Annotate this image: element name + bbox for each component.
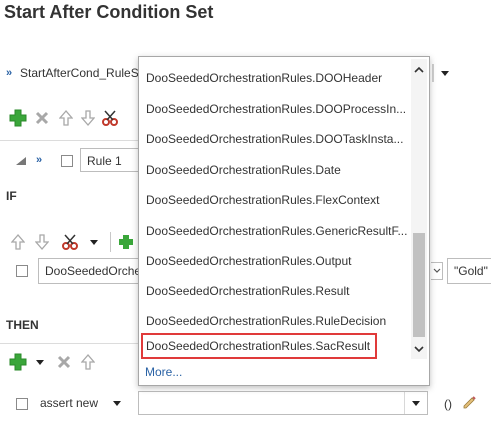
action-type-arrow-icon[interactable] [112,399,122,407]
scroll-down-icon[interactable] [413,343,425,355]
dropdown-option[interactable]: DooSeededOrchestrationRules.GenericResul… [141,218,409,244]
rule-name-field[interactable]: Rule 1 [80,148,138,172]
condition-move-down-icon[interactable] [34,234,50,250]
fact-type-select[interactable] [138,391,428,415]
condition-right-field[interactable]: "Gold" [447,258,491,284]
cut-icon[interactable] [100,108,120,128]
dropdown-option[interactable]: DooSeededOrchestrationRules.DOOTaskInsta… [141,126,409,152]
dropdown-option[interactable]: DooSeededOrchestrationRules.Output [141,248,409,274]
action-delete-icon[interactable] [56,354,72,370]
dropdown-option[interactable]: DooSeededOrchestrationRules.Date [141,157,409,183]
condition-checkbox[interactable] [16,265,28,277]
condition-cut-icon[interactable] [60,232,80,252]
dropdown-option[interactable]: DooSeededOrchestrationRules.DOOProcessIn… [141,96,409,122]
add-icon[interactable] [8,108,28,128]
scrollbar-thumb[interactable] [413,233,425,337]
dropdown-option[interactable]: DooSeededOrchestrationRules.FlexContext [141,187,409,213]
toolbar-separator [110,232,111,252]
expand-rule-chevron-icon[interactable]: » [36,154,42,166]
condition-add-icon[interactable] [118,234,134,250]
then-label: THEN [6,318,39,332]
dropdown-option-selected[interactable]: DooSeededOrchestrationRules.SacResult [141,333,377,359]
if-label: IF [6,189,17,203]
action-type-label[interactable]: assert new [40,396,98,410]
condition-menu-arrow-icon[interactable] [88,237,100,247]
more-link[interactable]: More... [145,365,182,379]
action-menu-arrow-icon[interactable] [34,357,46,367]
dropdown-option[interactable]: DooSeededOrchestrationRules.RuleDecision [141,308,409,334]
collapse-triangle-icon[interactable] [14,155,28,167]
rule-set-name[interactable]: StartAfterCond_RuleS [20,66,138,80]
delete-icon[interactable] [34,110,50,126]
action-move-up-icon[interactable] [80,354,96,370]
operator-chevron-icon[interactable] [431,262,443,280]
rule-set-menu-arrow-icon[interactable] [438,66,452,80]
expand-chevron-icon[interactable]: » [6,67,12,79]
dropdown-option[interactable]: DooSeededOrchestrationRules.DOOHeader [141,65,409,91]
condition-move-up-icon[interactable] [10,234,26,250]
page-title: Start After Condition Set [4,2,214,22]
fact-type-dropdown-arrow-icon[interactable] [404,392,427,414]
rule-set-separator [432,64,434,82]
type-dropdown-list[interactable]: DooSeededOrchestrationRules.DOOHeader Do… [138,56,430,386]
edit-icon[interactable] [462,394,478,410]
action-parens: () [444,397,452,411]
action-checkbox[interactable] [16,398,28,410]
move-down-icon[interactable] [80,110,96,126]
toolbar-divider [0,140,138,141]
scroll-up-icon[interactable] [413,63,425,75]
condition-left-field[interactable]: DooSeededOrche [38,258,138,284]
dropdown-option[interactable]: DooSeededOrchestrationRules.Result [141,278,409,304]
move-up-icon[interactable] [58,110,74,126]
rule-checkbox[interactable] [61,155,73,167]
dropdown-scrollbar[interactable] [411,59,427,359]
then-divider [0,343,138,344]
action-add-icon[interactable] [8,352,28,372]
